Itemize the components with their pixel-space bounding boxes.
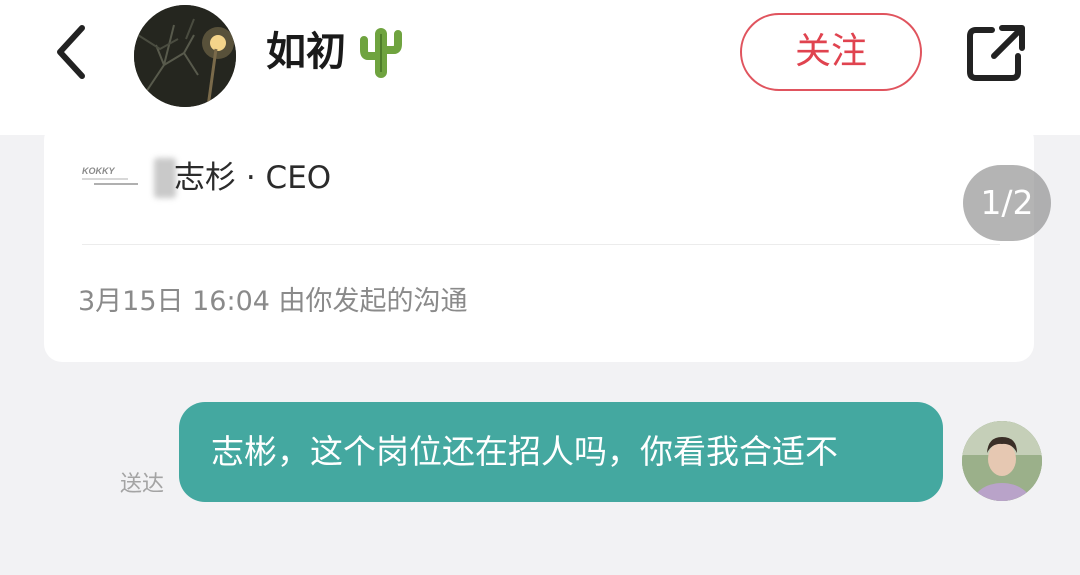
user-avatar[interactable]: [962, 421, 1042, 501]
contact-avatar[interactable]: [134, 5, 236, 107]
company-logo: KOKKY: [80, 162, 140, 192]
share-external-icon: [967, 25, 1025, 81]
follow-button[interactable]: 关注: [740, 13, 922, 91]
delivery-status: 送达: [120, 472, 165, 497]
conversation-meta: 3月15日 16:04 由你发起的沟通: [78, 286, 468, 317]
chat-header: 如初 关注: [0, 0, 1080, 135]
job-card[interactable]: KOKKY 志杉 · CEO 3月15日 16:04 由你发起的沟通: [44, 122, 1034, 362]
share-button[interactable]: [964, 22, 1028, 84]
redacted-name-mark: [154, 158, 176, 198]
cactus-icon: [358, 24, 404, 80]
card-divider: [82, 244, 1000, 245]
contact-name: 如初: [266, 29, 346, 75]
svg-text:KOKKY: KOKKY: [82, 166, 115, 176]
contact-title: 志杉 · CEO: [174, 160, 332, 196]
chevron-left-icon: [57, 25, 85, 79]
back-button[interactable]: [48, 20, 100, 84]
page-indicator: 1/2: [963, 165, 1051, 241]
message-bubble[interactable]: 志彬，这个岗位还在招人吗，你看我合适不: [179, 402, 943, 502]
